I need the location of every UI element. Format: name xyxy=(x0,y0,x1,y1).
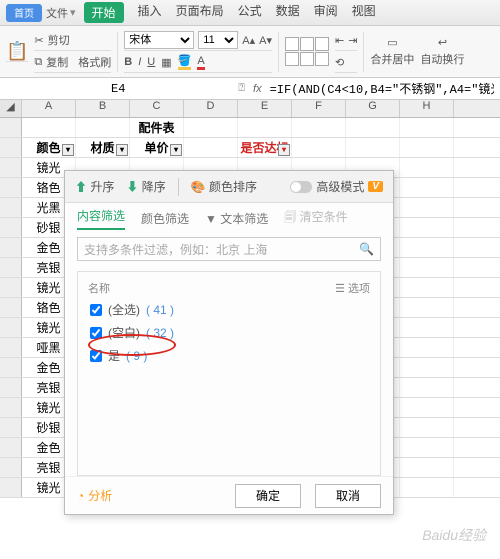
filter-item-label: (空白) xyxy=(108,324,140,341)
wrap-label: 自动换行 xyxy=(420,51,464,67)
tab-insert[interactable]: 插入 xyxy=(138,2,162,23)
header-0[interactable]: 颜色▾ xyxy=(22,138,76,157)
col-F[interactable]: F xyxy=(292,100,346,117)
paste-icon[interactable]: 📋 xyxy=(6,41,28,62)
filter-item-label: 是 xyxy=(108,347,120,364)
filter-item[interactable]: 是 ( 9 ) xyxy=(84,344,374,367)
watermark: Baidu经验 xyxy=(422,525,486,545)
filter-item[interactable]: (空白) ( 32 ) xyxy=(84,321,374,344)
ribbon: 📋 ✂剪切 ⧉复制格式刷 宋体 11 A▴ A▾ B I U ▦ 🪣 A ⇤⇥ … xyxy=(0,26,500,78)
col-C[interactable]: C xyxy=(130,100,184,117)
fx-icon[interactable]: ⍰ xyxy=(238,82,245,95)
col-A[interactable]: A xyxy=(22,100,76,117)
list-options[interactable]: ☰ 选项 xyxy=(335,280,370,296)
header-2[interactable]: 单价▾ xyxy=(130,138,184,157)
formula-bar: ⍰ fx xyxy=(0,78,500,100)
search-icon: 🔍 xyxy=(359,242,374,256)
filter-panel: ⬆ 升序 ⬇ 降序 🎨 颜色排序 高级模式 V 内容筛选 颜色筛选 ▼ 文本筛选… xyxy=(64,170,394,515)
fill-color-icon[interactable]: 🪣 xyxy=(178,54,192,70)
advanced-label: 高级模式 xyxy=(316,178,364,195)
font-color-icon[interactable]: A xyxy=(197,55,204,70)
sort-asc[interactable]: ⬆ 升序 xyxy=(75,178,114,195)
bold-icon[interactable]: B xyxy=(124,56,132,68)
wrap-icon[interactable]: ↩ xyxy=(438,36,447,49)
header-4[interactable]: 是否达标▾ xyxy=(238,138,292,157)
filter-checkbox[interactable] xyxy=(90,327,102,339)
ok-button[interactable]: 确定 xyxy=(235,484,301,508)
alignment-grid[interactable] xyxy=(285,37,329,66)
pie-icon: ◔ xyxy=(77,489,84,503)
column-headers: ◢ A B C D E F G H xyxy=(0,100,500,118)
filter-item-count: ( 32 ) xyxy=(146,326,174,340)
col-D[interactable]: D xyxy=(184,100,238,117)
search-placeholder: 支持多条件过滤，例如：北京 上海 xyxy=(84,241,267,258)
fx-label: fx xyxy=(253,83,262,95)
tab-review[interactable]: 审阅 xyxy=(314,2,338,23)
tab-formula[interactable]: 公式 xyxy=(238,2,262,23)
col-E[interactable]: E xyxy=(238,100,292,117)
advanced-toggle[interactable] xyxy=(290,181,312,193)
indent-dec-icon[interactable]: ⇤ xyxy=(335,34,344,47)
underline-icon[interactable]: U xyxy=(147,56,155,68)
font-select[interactable]: 宋体 xyxy=(124,31,194,49)
size-select[interactable]: 11 xyxy=(198,31,238,49)
select-all-corner[interactable]: ◢ xyxy=(0,100,22,117)
col-B[interactable]: B xyxy=(76,100,130,117)
sort-desc[interactable]: ⬇ 降序 xyxy=(126,178,165,195)
dec-font-icon[interactable]: A▾ xyxy=(259,34,272,47)
filter-tab-clear[interactable]: 🗐 清空条件 xyxy=(284,208,347,229)
tab-view[interactable]: 视图 xyxy=(352,2,376,23)
advanced-badge-icon: V xyxy=(368,181,383,192)
filter-drop-icon[interactable]: ▾ xyxy=(116,144,128,156)
filter-search[interactable]: 支持多条件过滤，例如：北京 上海 🔍 xyxy=(77,237,381,261)
border-icon[interactable]: ▦ xyxy=(161,56,171,69)
ribbon-tabs: 开始 插入 页面布局 公式 数据 审阅 视图 xyxy=(84,2,376,23)
filter-checkbox[interactable] xyxy=(90,304,102,316)
merge-icon[interactable]: ▭ xyxy=(387,36,397,49)
merge-label: 合并居中 xyxy=(370,51,414,67)
table-title: 配件表 xyxy=(130,118,184,137)
list-header-name: 名称 xyxy=(88,280,110,296)
sort-color[interactable]: 🎨 颜色排序 xyxy=(191,178,257,195)
tab-layout[interactable]: 页面布局 xyxy=(176,2,224,23)
cancel-button[interactable]: 取消 xyxy=(315,484,381,508)
title-bar: 首页 文件 ▾ 开始 插入 页面布局 公式 数据 审阅 视图 xyxy=(0,0,500,26)
filter-drop-icon[interactable]: ▾ xyxy=(278,144,290,156)
italic-icon[interactable]: I xyxy=(138,56,141,68)
cut-label: 剪切 xyxy=(48,32,70,48)
copy-icon[interactable]: ⧉ xyxy=(34,56,42,69)
orientation-icon[interactable]: ⟲ xyxy=(335,56,344,69)
col-G[interactable]: G xyxy=(346,100,400,117)
filter-checkbox[interactable] xyxy=(90,350,102,362)
filter-tab-text[interactable]: ▼ 文本筛选 xyxy=(205,210,268,227)
indent-inc-icon[interactable]: ⇥ xyxy=(348,34,357,47)
header-1[interactable]: 材质▾ xyxy=(76,138,130,157)
home-button[interactable]: 首页 xyxy=(6,4,42,22)
header-3[interactable] xyxy=(184,138,238,157)
analyze-button[interactable]: ◔分析 xyxy=(77,487,112,504)
tab-start[interactable]: 开始 xyxy=(84,2,124,23)
filter-item-label: (全选) xyxy=(108,301,140,318)
filter-item-count: ( 41 ) xyxy=(146,303,174,317)
filter-item-count: ( 9 ) xyxy=(126,349,147,363)
filter-drop-icon[interactable]: ▾ xyxy=(170,144,182,156)
filter-tab-color[interactable]: 颜色筛选 xyxy=(141,210,189,227)
filter-drop-icon[interactable]: ▾ xyxy=(62,144,74,156)
filter-item[interactable]: (全选) ( 41 ) xyxy=(84,298,374,321)
formula-input[interactable] xyxy=(270,82,494,96)
file-menu[interactable]: 文件 xyxy=(46,5,68,21)
filter-tab-content[interactable]: 内容筛选 xyxy=(77,207,125,230)
filter-list: 名称 ☰ 选项 (全选) ( 41 ) (空白) ( 32 ) 是 ( 9 ) xyxy=(77,271,381,476)
inc-font-icon[interactable]: A▴ xyxy=(242,34,255,47)
name-box[interactable] xyxy=(6,80,230,98)
copy-label: 复制 xyxy=(46,54,68,70)
cut-icon[interactable]: ✂ xyxy=(34,34,43,47)
format-painter[interactable]: 格式刷 xyxy=(78,54,111,70)
tab-data[interactable]: 数据 xyxy=(276,2,300,23)
col-H[interactable]: H xyxy=(400,100,454,117)
